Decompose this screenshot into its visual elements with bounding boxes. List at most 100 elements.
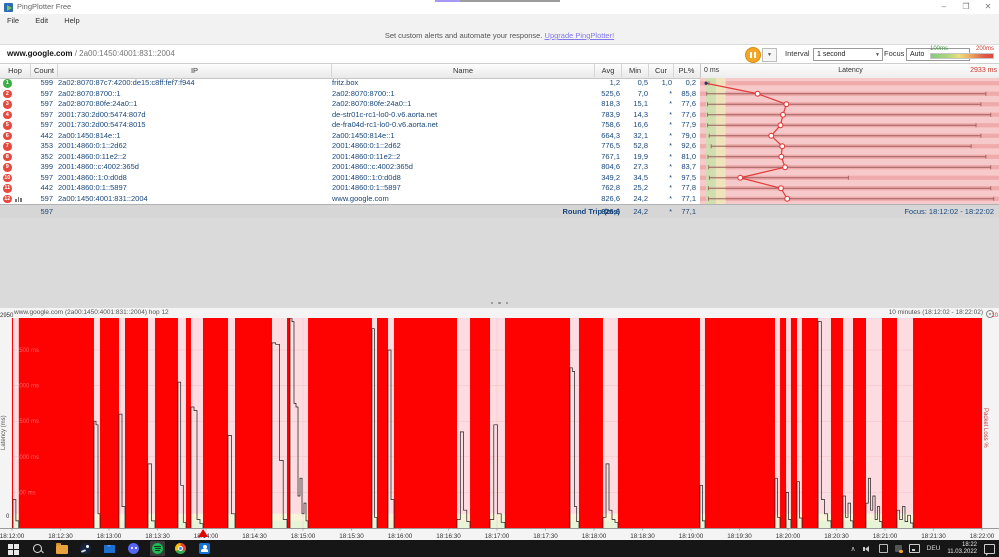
count-cell: 352 — [40, 151, 53, 161]
name-cell: 2001:4860:0:1::2d62 — [332, 141, 401, 150]
name-cell: 2a02:8070:8700::1 — [332, 88, 395, 98]
ip-cell: 2001:4860:0:1::2d62 — [58, 141, 127, 150]
interval-select[interactable]: 1 second ▼ — [813, 47, 883, 61]
column-header-name[interactable]: Name — [332, 64, 595, 77]
pl-cell: 81,0 — [681, 151, 696, 161]
table-row[interactable]: 6 442 2a00:1450:814e::1 2a00:1450:814e::1 66… — [0, 131, 700, 142]
pl-cell: 77,6 — [681, 109, 696, 119]
count-cell: 597 — [40, 120, 53, 129]
latency-graph-header: 0 ms Latency 2933 ms — [700, 63, 999, 79]
column-header-min[interactable]: Min — [622, 64, 649, 77]
svg-text:18:18:00: 18:18:00 — [582, 533, 607, 540]
title-bar: PingPlotter Free – ❐ ✕ — [0, 0, 999, 14]
pl-cell: 85,8 — [681, 88, 696, 98]
count-cell: 599 — [40, 78, 53, 87]
count-cell: 597 — [40, 109, 53, 119]
trace-latency-graph[interactable] — [700, 78, 999, 204]
ip-cell: 2a02:8070:87c7:4200:de15:c8ff:fef7:f944 — [58, 78, 195, 87]
table-row[interactable]: 10 597 2001:4860::1:0:d0d8 2001:4860::1:0:d… — [0, 173, 700, 184]
column-header-hop[interactable]: Hop — [0, 64, 31, 77]
steam-icon[interactable] — [80, 542, 92, 555]
count-cell: 442 — [40, 183, 53, 192]
pane-splitter[interactable] — [0, 299, 999, 307]
upgrade-link[interactable]: Upgrade PingPlotter! — [545, 31, 615, 40]
start-button-icon[interactable] — [8, 543, 20, 555]
pause-button[interactable] — [745, 47, 761, 63]
target-address: 2a00:1450:4001:831::2004 — [79, 49, 175, 58]
top-progress-strip-gray — [460, 0, 560, 2]
table-row[interactable]: 2 597 2a02:8070:8700::1 2a02:8070:8700::1 52… — [0, 89, 700, 100]
chrome-icon[interactable] — [175, 542, 187, 555]
tray-alert-icon[interactable] — [894, 545, 903, 553]
latency-scale-legend: 100ms 200ms — [930, 46, 994, 59]
column-header-cur[interactable]: Cur — [649, 64, 674, 77]
round-trip-row: 597 Round Trip (ms) 826,6 24,2 * 77,1 Fo… — [0, 204, 999, 219]
svg-text:18:21:30: 18:21:30 — [921, 533, 946, 540]
search-icon[interactable] — [32, 543, 44, 555]
column-header-avg[interactable]: Avg — [595, 64, 622, 77]
pause-dropdown-button[interactable]: ▼ — [762, 48, 777, 62]
top-progress-strip-purple — [435, 0, 460, 2]
latency-max-label: 2933 ms — [970, 67, 997, 74]
count-cell: 353 — [40, 141, 53, 150]
table-row[interactable]: 11 442 2001:4860:0:1::5897 2001:4860:0:1::5… — [0, 183, 700, 194]
timeline-yzero-label: 0 — [6, 514, 10, 520]
focus-label: Focus — [884, 49, 905, 58]
ip-cell: 2a02:8070:80fe:24a0::1 — [58, 99, 138, 108]
menu-item-file[interactable]: File — [0, 14, 26, 27]
table-row[interactable]: 7 353 2001:4860:0:1::2d62 2001:4860:0:1::2d… — [0, 141, 700, 152]
table-row[interactable]: 8 352 2001:4860:0:11e2::2 2001:4860:0:11e2:… — [0, 152, 700, 163]
timeline-graph[interactable]: 500 ms 1000 ms 1500 ms 2000 ms 2500 ms 18:12:… — [0, 318, 999, 540]
focus-value: Auto — [910, 50, 925, 58]
volume-icon[interactable] — [862, 544, 872, 553]
svg-text:2500 ms: 2500 ms — [16, 348, 39, 354]
table-row[interactable]: 4 597 2001:730:2d00:5474:807d de-str01c-rc1… — [0, 110, 700, 121]
close-button[interactable]: ✕ — [977, 0, 999, 13]
svg-text:18:14:30: 18:14:30 — [242, 533, 267, 540]
ip-cell: 2001:4860:0:1::5897 — [58, 183, 127, 192]
svg-text:18:15:30: 18:15:30 — [339, 533, 364, 540]
table-row[interactable]: 3 597 2a02:8070:80fe:24a0::1 2a02:8070:80fe… — [0, 99, 700, 110]
discord-icon[interactable] — [128, 542, 140, 555]
file-explorer-icon[interactable] — [56, 542, 68, 555]
clock[interactable]: 18:22 11.03.2022 — [947, 542, 977, 556]
focus-range-text: Focus: 18:12:02 - 18:22:02 — [904, 207, 994, 216]
packet-loss-axis-label: Packet Loss % — [982, 408, 988, 448]
table-row[interactable]: 1 599 2a02:8070:87c7:4200:de15:c8ff:fef7:f… — [0, 78, 700, 89]
action-center-icon[interactable] — [984, 543, 995, 556]
maximize-button[interactable]: ❐ — [955, 0, 977, 13]
mail-icon[interactable] — [104, 543, 116, 555]
minimize-button[interactable]: – — [933, 0, 955, 13]
table-row[interactable]: 9 399 2001:4860::c:4002:365d 2001:4860::c:4… — [0, 162, 700, 173]
scale-gradient-bar — [930, 53, 994, 59]
timeline-pane: www.google.com (2a00:1450:4001:831::2004… — [0, 308, 999, 540]
count-cell: 442 — [40, 130, 53, 140]
table-row[interactable]: 12 597 2a00:1450:4001:831::2004 www.google.… — [0, 194, 700, 205]
language-indicator[interactable]: DEU — [927, 545, 941, 552]
count-cell: 597 — [40, 193, 53, 203]
network-icon[interactable] — [908, 544, 920, 553]
name-cell: fritz.box — [332, 78, 359, 87]
pl-cell: 77,1 — [681, 193, 696, 203]
svg-text:18:21:00: 18:21:00 — [873, 533, 898, 540]
table-row[interactable]: 5 597 2001:730:2d00:5474:8015 de-fra04d-rc1… — [0, 120, 700, 131]
svg-text:500 ms: 500 ms — [16, 490, 36, 496]
column-header-ip[interactable]: IP — [58, 64, 332, 77]
scale-high-label: 200ms — [975, 46, 994, 52]
column-header-count[interactable]: Count — [31, 64, 58, 77]
people-app-icon[interactable] — [199, 542, 211, 555]
count-cell: 597 — [40, 99, 53, 108]
pl-cell: 77,6 — [681, 99, 696, 108]
notice-text: Set custom alerts and automate your resp… — [384, 31, 543, 40]
tray-date: 11.03.2022 — [947, 548, 977, 555]
menu-item-edit[interactable]: Edit — [28, 14, 55, 27]
pl-cell: 92,6 — [681, 141, 696, 150]
spotify-icon-active[interactable] — [150, 541, 165, 556]
column-header-pl[interactable]: PL% — [674, 64, 699, 77]
menu-item-help[interactable]: Help — [57, 14, 86, 27]
timeline-range-label: 10 minutes (18:12:02 - 18:22:02) — [888, 309, 983, 316]
count-cell: 597 — [40, 172, 53, 182]
name-cell: www.google.com — [332, 193, 389, 203]
tray-app-icon[interactable] — [878, 544, 888, 553]
tray-expand-icon[interactable]: ∧ — [851, 545, 856, 553]
